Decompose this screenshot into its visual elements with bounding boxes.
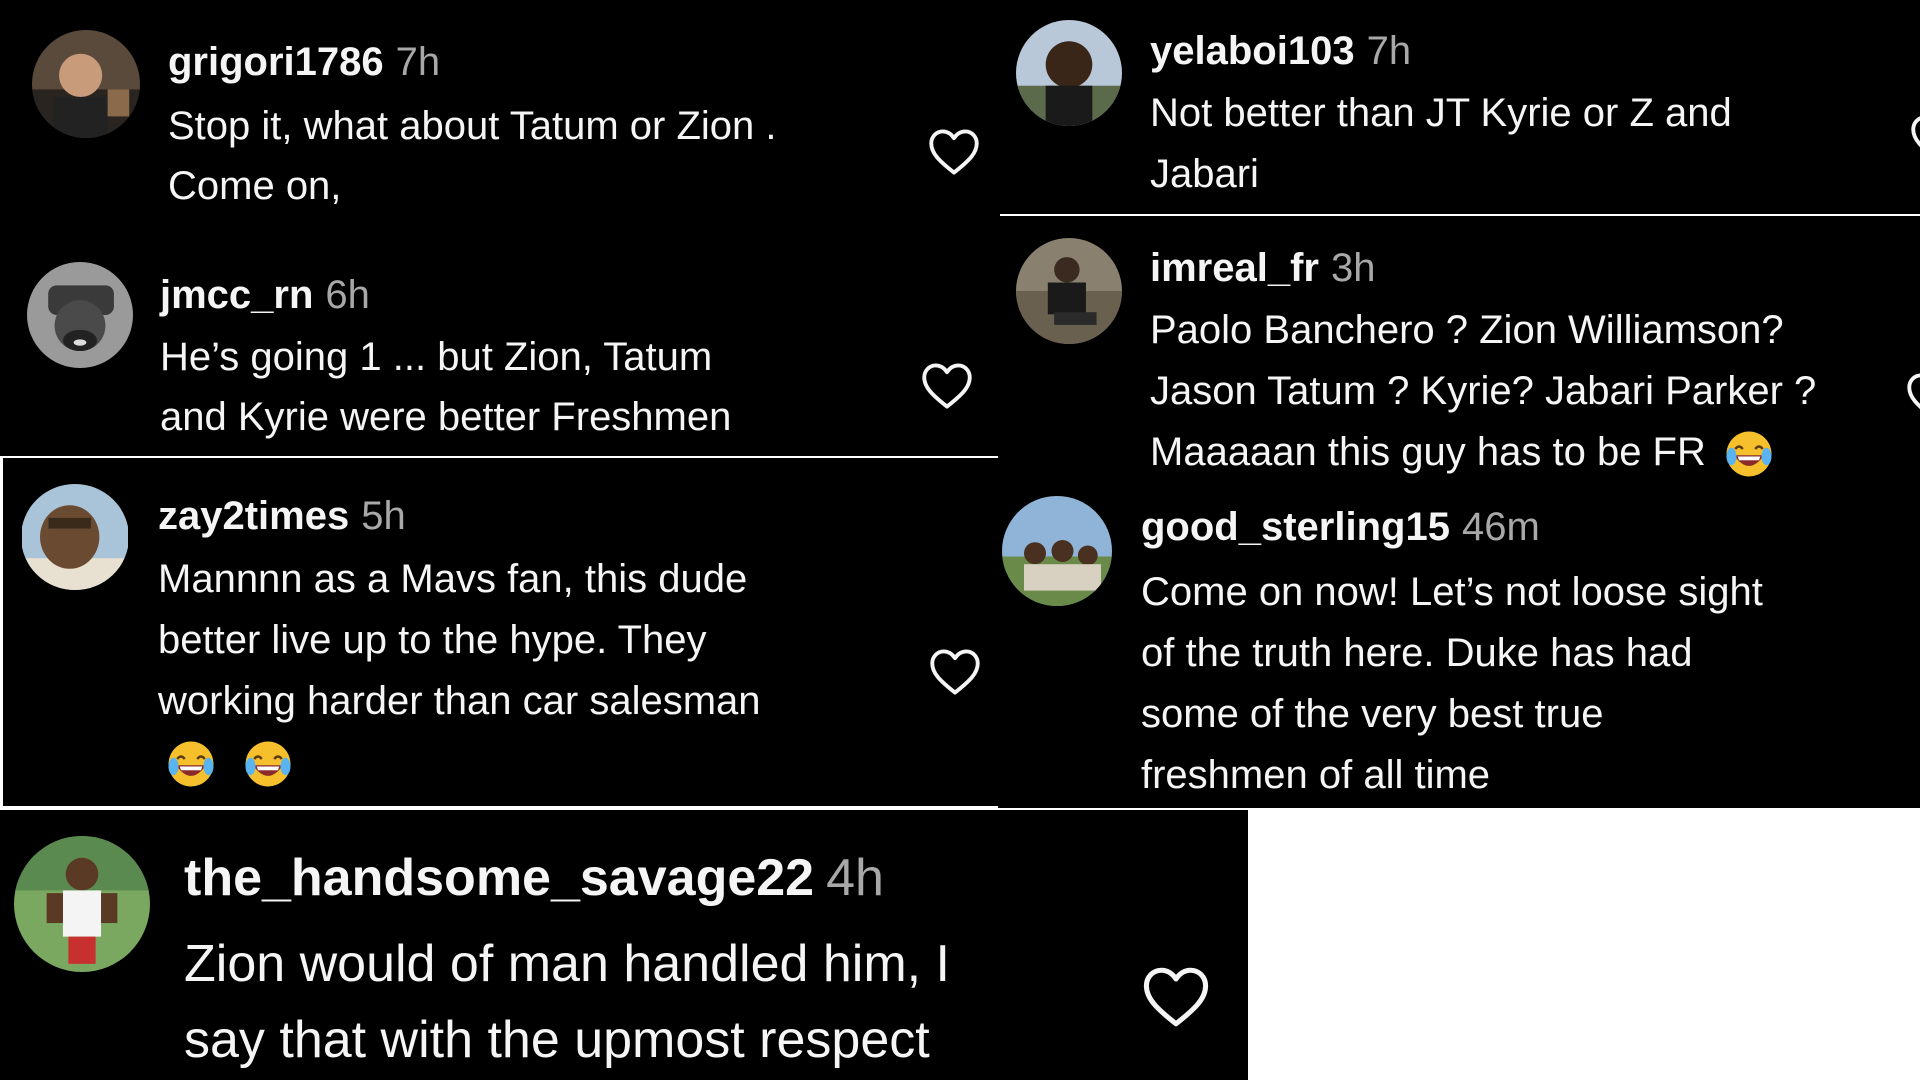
timestamp: 46m xyxy=(1461,505,1540,549)
comment-panel-zay2times: zay2times 5h Mannnn as a Mavs fan, this d… xyxy=(3,458,998,806)
heart-outline-icon[interactable] xyxy=(1906,372,1920,420)
heart-outline-icon[interactable] xyxy=(1910,114,1920,162)
comment-text: He’s going 1 ... but Zion, Tatum and Kyr… xyxy=(160,327,731,447)
username[interactable]: imreal_fr xyxy=(1150,246,1319,290)
comment-panel-good_sterling15: good_sterling15 46m Come on now! Let’s no… xyxy=(998,488,1920,808)
comment-line: Come on now! Let’s not loose sight xyxy=(1141,570,1763,614)
comment-line: some of the very best true xyxy=(1141,692,1604,736)
comment-line: and Kyrie were better Freshmen xyxy=(160,395,732,439)
laughing-crying-emoji xyxy=(166,739,216,789)
timestamp: 7h xyxy=(1366,29,1412,73)
avatar[interactable] xyxy=(32,30,140,138)
username[interactable]: grigori1786 xyxy=(168,40,384,84)
comment-header: zay2times 5h xyxy=(158,496,406,536)
comment-text: Paolo Banchero ? Zion Williamson? Jason … xyxy=(1150,300,1816,483)
comment-header: the_handsome_savage22 4h xyxy=(184,852,884,904)
comment-line: Not better than JT Kyrie or Z and xyxy=(1150,91,1732,135)
avatar-photo xyxy=(32,30,140,138)
comment-line: say that with the upmost respect xyxy=(184,1011,930,1069)
comment-header: imreal_fr 3h xyxy=(1150,248,1375,288)
timestamp: 5h xyxy=(361,494,406,538)
username[interactable]: the_handsome_savage22 xyxy=(184,849,814,907)
heart-outline-icon[interactable] xyxy=(929,648,981,696)
comment-line: Come on, xyxy=(168,164,342,208)
comment-line: Jason Tatum ? Kyrie? Jabari Parker ? xyxy=(1150,369,1817,413)
comment-panel-grigori1786: grigori1786 7h Stop it, what about Tatum … xyxy=(0,0,1000,230)
avatar-photo xyxy=(22,484,128,590)
avatar-photo xyxy=(1016,238,1122,344)
comment-text: Stop it, what about Tatum or Zion . Come… xyxy=(168,96,776,216)
heart-outline-icon[interactable] xyxy=(928,128,980,176)
username[interactable]: zay2times xyxy=(158,494,349,538)
comment-header: yelaboi103 7h xyxy=(1150,31,1411,71)
heart-outline-icon[interactable] xyxy=(921,362,973,410)
laughing-crying-emoji xyxy=(1724,429,1774,479)
timestamp: 6h xyxy=(325,273,370,317)
comment-line: Maaaaan this guy has to be FR xyxy=(1150,422,1816,483)
timestamp: 3h xyxy=(1330,246,1376,290)
timestamp: 7h xyxy=(395,40,441,84)
comment-panel-jmcc_rn: jmcc_rn 6h He’s going 1 ... but Zion, Tat… xyxy=(0,230,1000,456)
comment-header: grigori1786 7h xyxy=(168,42,440,82)
comment-emoji-row xyxy=(158,732,761,793)
heart-outline-icon[interactable] xyxy=(1142,966,1210,1028)
username[interactable]: good_sterling15 xyxy=(1141,505,1450,549)
username[interactable]: jmcc_rn xyxy=(160,273,313,317)
comment-line: Jabari xyxy=(1150,152,1259,196)
comment-line: better live up to the hype. They xyxy=(158,618,707,662)
comment-line: He’s going 1 ... but Zion, Tatum xyxy=(160,335,713,379)
avatar[interactable] xyxy=(1002,496,1112,606)
username[interactable]: yelaboi103 xyxy=(1150,29,1355,73)
avatar[interactable] xyxy=(1016,20,1122,126)
comment-text: Come on now! Let’s not loose sight of th… xyxy=(1141,562,1763,806)
comment-panel-yelaboi103: yelaboi103 7h Not better than JT Kyrie or… xyxy=(998,0,1920,214)
comment-panel-imreal_fr: imreal_fr 3h Paolo Banchero ? Zion Willia… xyxy=(998,216,1920,488)
comment-line: working harder than car salesman xyxy=(158,679,761,723)
comment-text: Mannnn as a Mavs fan, this dude better l… xyxy=(158,549,761,793)
comment-header: jmcc_rn 6h xyxy=(160,275,370,315)
comment-header: good_sterling15 46m xyxy=(1141,507,1540,547)
avatar-photo xyxy=(1002,496,1112,606)
laughing-crying-emoji xyxy=(243,739,293,789)
comment-line: Zion would of man handled him, I xyxy=(184,935,950,993)
avatar[interactable] xyxy=(14,836,150,972)
timestamp: 4h xyxy=(826,849,884,907)
avatar-photo xyxy=(1016,20,1122,126)
comment-text: Not better than JT Kyrie or Z and Jabari xyxy=(1150,83,1732,205)
avatar[interactable] xyxy=(21,484,129,590)
comment-line: Paolo Banchero ? Zion Williamson? xyxy=(1150,308,1784,352)
avatar-photo xyxy=(14,836,150,972)
comment-line: Stop it, what about Tatum or Zion . xyxy=(168,104,777,148)
comment-line: of the truth here. Duke has had xyxy=(1141,631,1693,675)
avatar-photo xyxy=(27,262,133,368)
avatar[interactable] xyxy=(1016,238,1122,344)
avatar[interactable] xyxy=(27,262,133,368)
comment-panel-the_handsome_savage22: the_handsome_savage22 4h Zion would of ma… xyxy=(0,810,1248,1080)
comment-text: Zion would of man handled him, I say tha… xyxy=(184,926,950,1078)
comment-line: freshmen of all time xyxy=(1141,753,1491,797)
comment-line: Mannnn as a Mavs fan, this dude xyxy=(158,557,748,601)
